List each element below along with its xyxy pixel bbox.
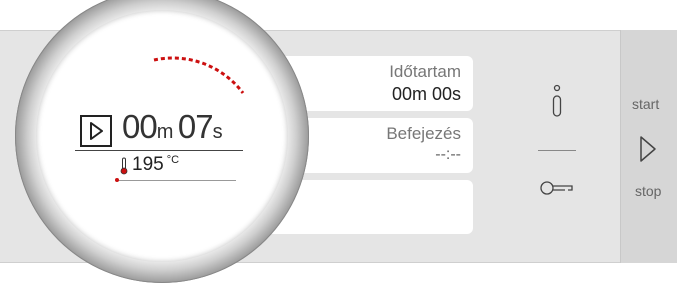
info-icon[interactable] (548, 84, 566, 120)
timer-seconds: 07 (177, 108, 214, 145)
temperature-divider (118, 180, 236, 181)
play-icon[interactable] (80, 115, 112, 147)
temperature-unit: °C (166, 154, 180, 166)
start-stop-arrow-icon[interactable] (637, 134, 659, 164)
start-label[interactable]: start (632, 96, 659, 112)
empty-box[interactable] (270, 180, 473, 234)
timer-divider (75, 150, 243, 151)
end-time-label: Befejezés (386, 124, 461, 143)
timer-minutes-unit: m (156, 121, 174, 143)
key-icon[interactable] (539, 180, 575, 196)
duration-value: 00m 00s (391, 84, 461, 104)
stop-label[interactable]: stop (635, 183, 661, 199)
temperature-display: 195 °C (132, 154, 179, 176)
temperature-value: 195 (132, 154, 164, 175)
timer-display: 00m 07s (122, 108, 223, 146)
timer-minutes: 00 (122, 108, 158, 145)
end-time-value: --:-- (435, 146, 461, 163)
temperature-indicator (115, 178, 119, 182)
duration-label: Időtartam (389, 62, 461, 81)
timer-seconds-unit: s (212, 121, 223, 143)
icon-divider (538, 150, 576, 151)
thermometer-icon (120, 157, 128, 175)
